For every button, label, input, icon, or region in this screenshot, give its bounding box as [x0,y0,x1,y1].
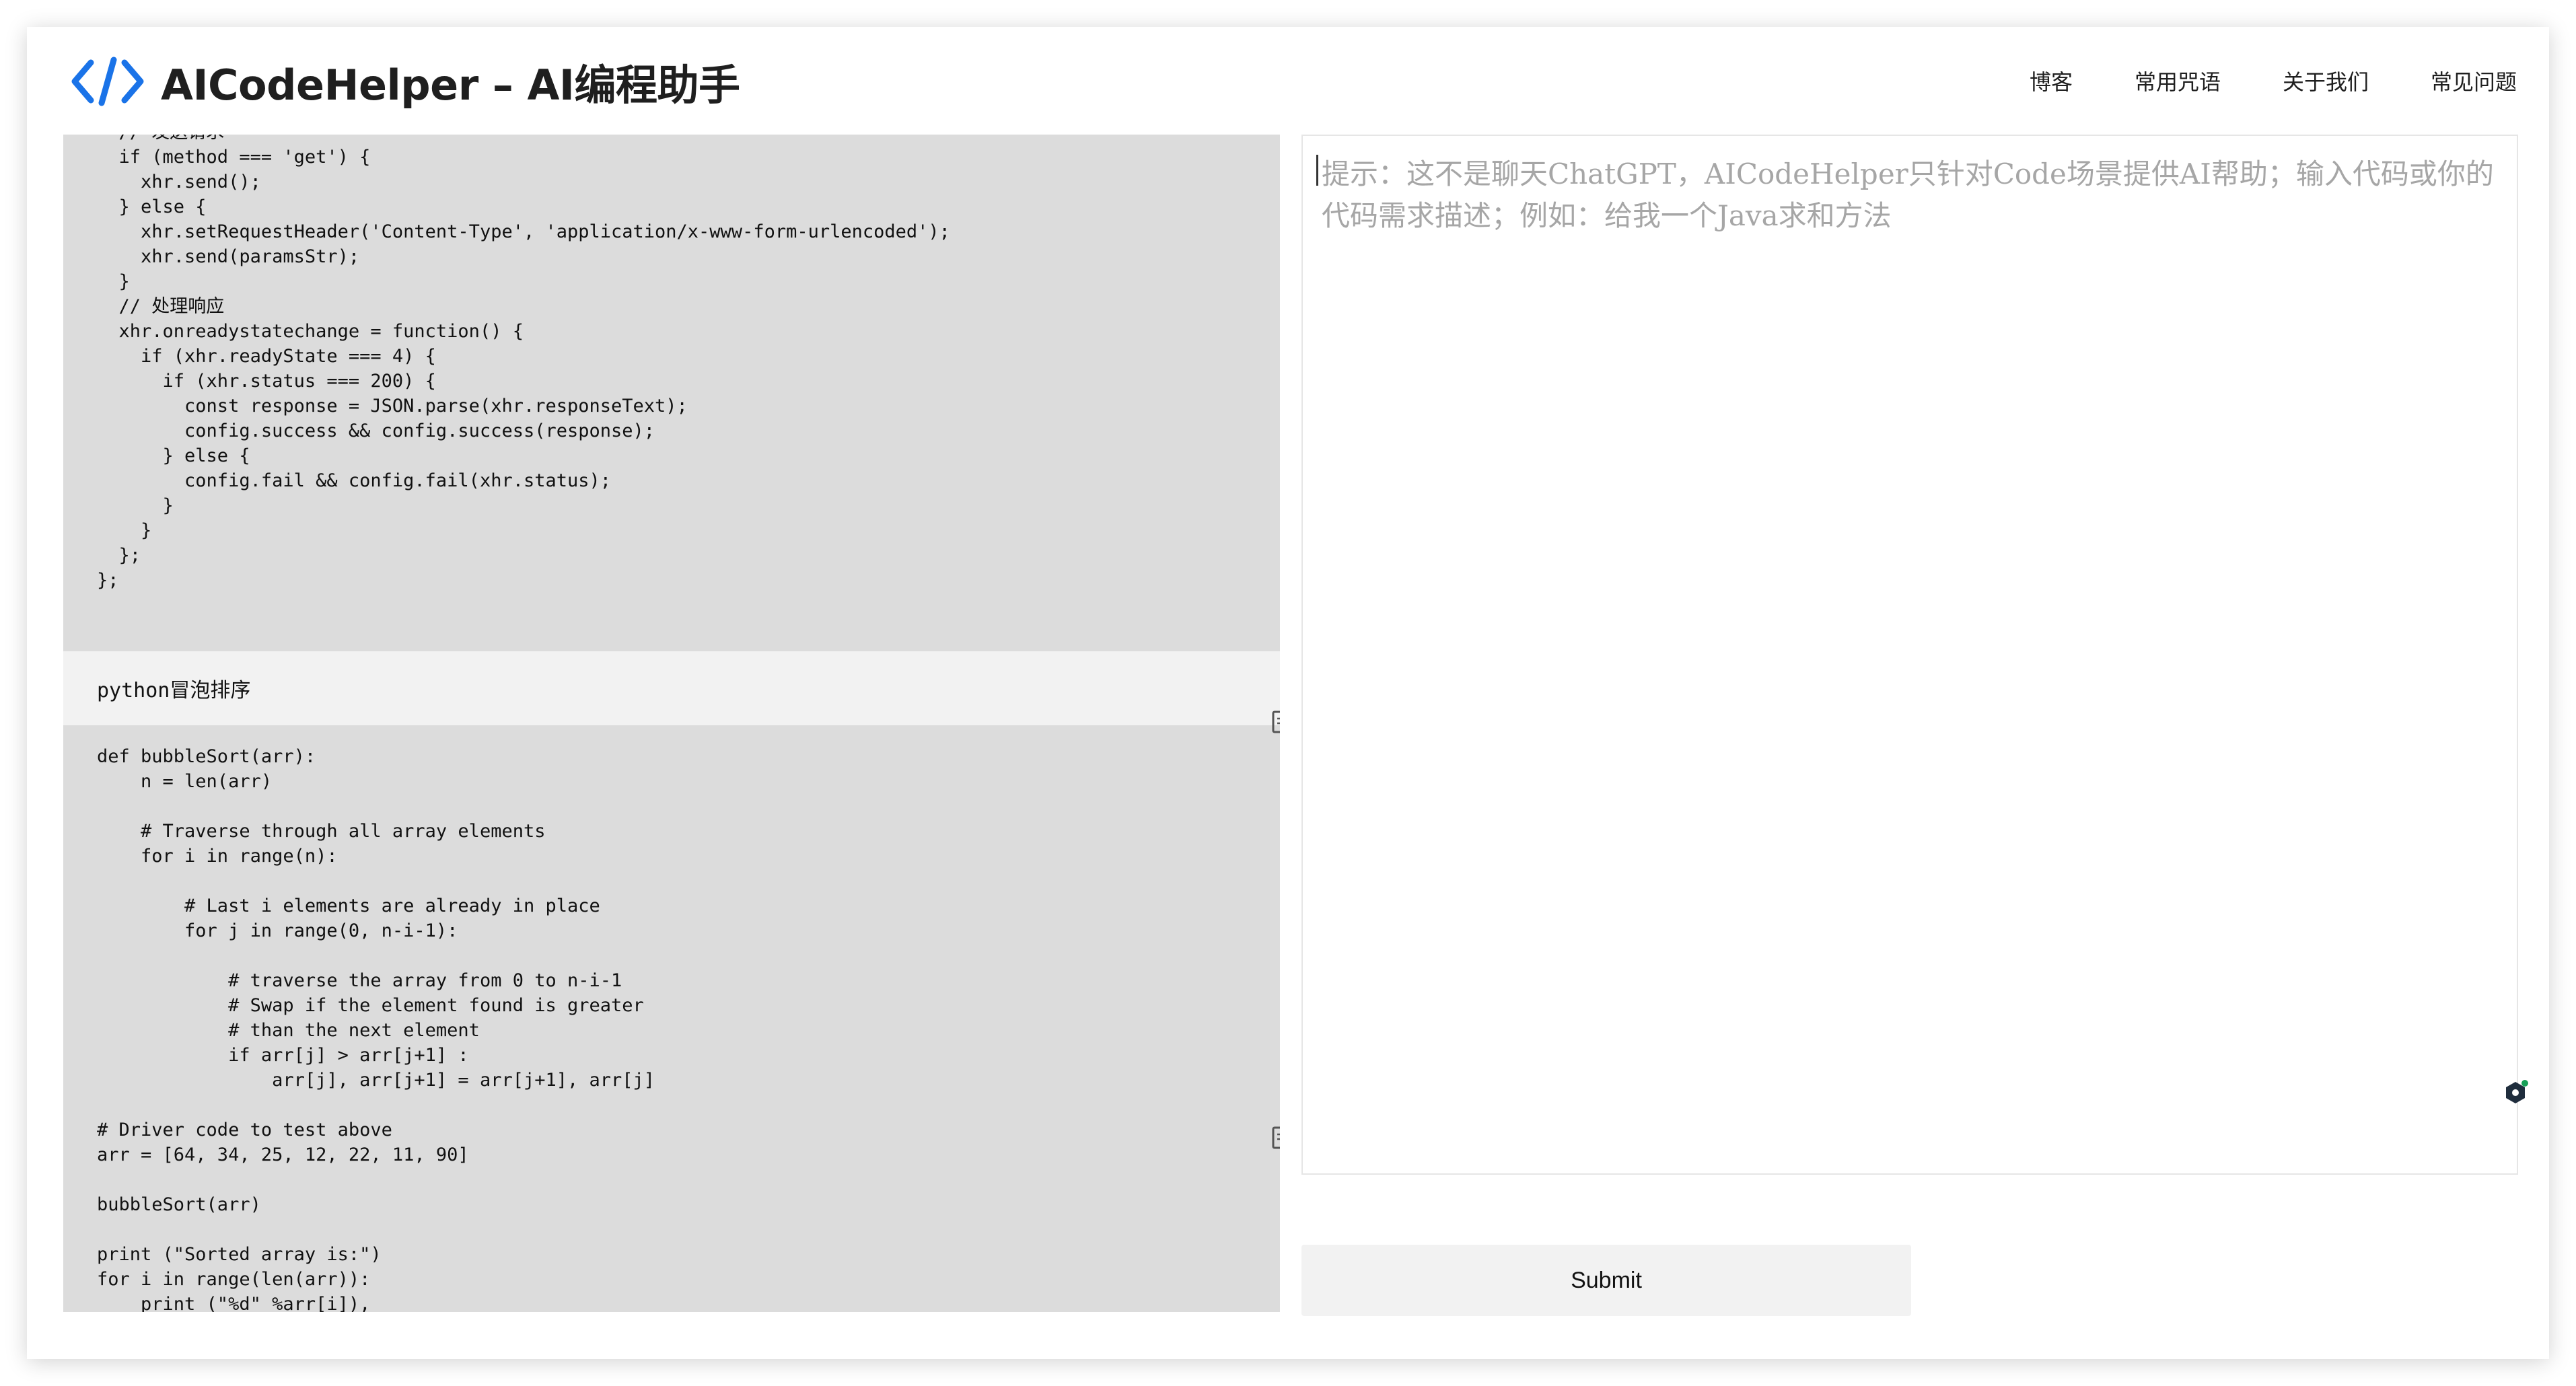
code-block-python: def bubbleSort(arr): n = len(arr) # Trav… [63,744,1246,1312]
nav-about-us[interactable]: 关于我们 [2283,65,2369,96]
code-snippet-js: // 发送请求 if (method === 'get') { xhr.send… [63,135,1246,651]
code-request-input[interactable] [1303,136,2517,1173]
submit-button[interactable]: Submit [1301,1245,1911,1316]
code-brackets-icon [71,57,144,106]
code-block-js: // 发送请求 if (method === 'get') { xhr.send… [63,135,1246,593]
text-caret [1316,155,1318,186]
copy-icon[interactable] [1271,1121,1280,1151]
nav-blog[interactable]: 博客 [2030,65,2073,96]
header: AICodeHelper – AI编程助手 博客 常用咒语 关于我们 常见问题 [27,27,2549,135]
snippet-panel[interactable]: // 发送请求 if (method === 'get') { xhr.send… [63,135,1280,1312]
assistant-icon[interactable] [2501,1078,2530,1107]
code-snippet-python: def bubbleSort(arr): n = len(arr) # Trav… [63,725,1246,1312]
snippet-title: python冒泡排序 [97,679,251,702]
nav-common-prompts[interactable]: 常用咒语 [2135,65,2221,96]
code-request-box [1301,135,2528,1175]
logo[interactable]: AICodeHelper – AI编程助手 [71,51,740,112]
snippet-header-python[interactable]: python冒泡排序 [63,651,1280,733]
app-title: AICodeHelper – AI编程助手 [161,61,740,110]
nav-faq[interactable]: 常见问题 [2431,65,2517,96]
top-nav: 博客 常用咒语 关于我们 常见问题 [1999,27,2549,135]
copy-icon[interactable] [1271,705,1280,735]
page: AICodeHelper – AI编程助手 博客 常用咒语 关于我们 常见问题 … [27,27,2549,1359]
